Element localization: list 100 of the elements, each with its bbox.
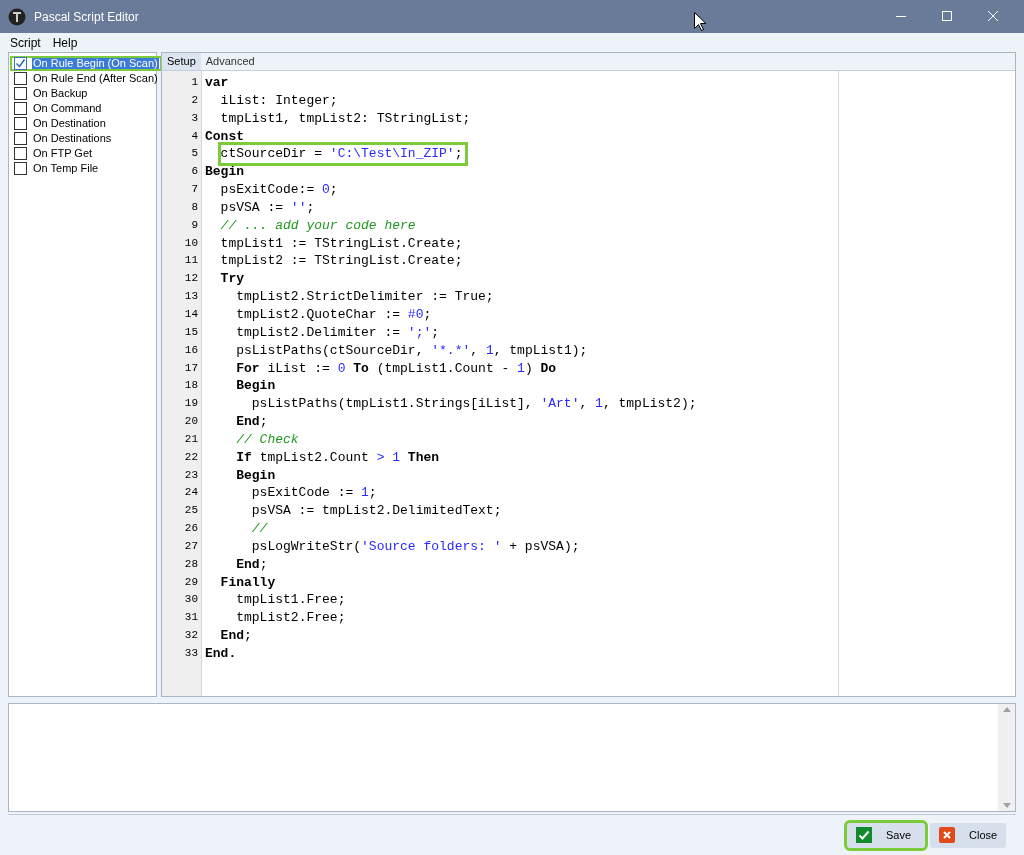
code-line: tmpList2.QuoteChar := #0;: [236, 305, 432, 324]
code-line: psExitCode := 1;: [251, 484, 377, 503]
line-number: 31: [183, 610, 199, 626]
tab[interactable]: Advanced: [200, 53, 260, 70]
line-number: 18: [183, 378, 199, 394]
window-title: Pascal Script Editor: [34, 8, 139, 26]
line-number: 11: [183, 253, 199, 269]
code-line: Begin: [236, 466, 276, 485]
line-number: 16: [183, 342, 199, 358]
code-line: psListPaths(tmpList1.Strings[iList], 'Art', 1, tmpList2);: [251, 395, 697, 414]
event-label: On Rule Begin (On Scan): [32, 58, 159, 69]
code-line: tmpList2.StrictDelimiter := True;: [236, 288, 494, 306]
code-line: Try: [220, 270, 244, 289]
line-number: 2: [190, 92, 199, 108]
line-number: 9: [190, 217, 199, 233]
event-item[interactable]: On Backup: [10, 86, 92, 101]
event-label: On Destination: [32, 118, 107, 129]
checkbox[interactable]: [14, 147, 27, 160]
menu-item[interactable]: Help: [46, 33, 84, 52]
line-number: 8: [190, 199, 199, 215]
checkbox[interactable]: [14, 87, 27, 100]
code-line: psExitCode:= 0;: [220, 181, 338, 199]
event-item[interactable]: On Rule End (After Scan): [10, 71, 162, 86]
line-number: 17: [183, 360, 199, 376]
code-line: // ... add your code here: [220, 216, 416, 235]
event-label: On Destinations: [32, 133, 113, 144]
line-number: 30: [183, 592, 199, 608]
line-number: 26: [183, 521, 199, 537]
event-label: On FTP Get: [32, 148, 94, 159]
menu-item[interactable]: Script: [4, 33, 47, 52]
close-icon: [939, 827, 955, 843]
line-number: 13: [183, 289, 199, 305]
line-number: 20: [183, 414, 199, 430]
line-number: 33: [183, 646, 199, 661]
code-line: tmpList1.Free;: [236, 591, 346, 610]
code-line: ctSourceDir = 'C:\Test\In_ZIP';: [220, 145, 466, 164]
code-line: var: [205, 74, 229, 92]
tab[interactable]: Setup: [162, 53, 201, 70]
code-line: End;: [220, 627, 252, 645]
app-logo-icon: [8, 7, 26, 26]
code-line: psListPaths(ctSourceDir, '*.*', 1, tmpList1);: [236, 341, 588, 360]
event-item[interactable]: On Rule Begin (On Scan): [10, 56, 162, 71]
code-line: End;: [236, 555, 268, 574]
line-number: 23: [183, 467, 199, 483]
checkbox[interactable]: [14, 57, 27, 70]
line-number: 15: [183, 324, 199, 340]
code-line: psVSA := tmpList2.DelimitedText;: [251, 502, 502, 521]
code-line: tmpList2.Free;: [236, 609, 346, 628]
line-number: 3: [190, 110, 199, 126]
event-item[interactable]: On Temp File: [10, 161, 103, 176]
line-number: 1: [190, 75, 199, 90]
line-number: 29: [183, 574, 199, 590]
line-number: 5: [190, 146, 199, 162]
event-label: On Rule End (After Scan): [32, 73, 159, 84]
line-number: 12: [183, 271, 199, 287]
checkbox[interactable]: [14, 102, 27, 115]
line-number: 25: [183, 503, 199, 519]
code-line: // Check: [236, 430, 299, 449]
event-item[interactable]: On Destinations: [10, 131, 116, 146]
line-number: 7: [190, 182, 199, 198]
line-number: 27: [183, 538, 199, 554]
event-label: On Temp File: [32, 163, 100, 174]
line-number: 6: [190, 164, 199, 180]
event-item[interactable]: On Command: [10, 101, 106, 116]
line-number: 4: [190, 128, 199, 144]
code-line: Const: [205, 127, 244, 146]
code-line: tmpList1, tmpList2: TStringList;: [220, 109, 471, 128]
line-number: 21: [183, 431, 199, 447]
event-label: On Command: [32, 103, 103, 114]
line-number: 28: [183, 556, 199, 572]
checkbox[interactable]: [14, 72, 27, 85]
code-line: iList: Integer;: [220, 91, 338, 110]
code-line: Finally: [220, 573, 276, 592]
code-line: Begin: [205, 163, 244, 182]
close-button[interactable]: Close: [930, 822, 1006, 848]
code-line: For iList := 0 To (tmpList1.Count - 1) Do: [236, 359, 557, 378]
line-number: 24: [183, 485, 199, 501]
code-line: Begin: [236, 377, 276, 396]
code-line: End.: [205, 645, 237, 663]
checkbox[interactable]: [14, 132, 27, 145]
line-number: 19: [183, 396, 199, 412]
code-line: psLogWriteStr('Source folders: ' + psVSA);: [251, 537, 580, 556]
event-item[interactable]: On FTP Get: [10, 146, 97, 161]
code-line: tmpList1 := TStringList.Create;: [220, 234, 463, 253]
checkbox[interactable]: [14, 162, 27, 175]
line-number: 10: [183, 235, 199, 251]
event-item[interactable]: On Destination: [10, 116, 110, 131]
check-icon: [15, 58, 26, 69]
code-editor[interactable]: [202, 71, 839, 696]
save-button[interactable]: Save: [847, 822, 925, 848]
code-line: End;: [236, 413, 268, 431]
line-number: 32: [183, 628, 199, 644]
code-line: If tmpList2.Count > 1 Then: [236, 448, 440, 467]
code-line: tmpList2.Delimiter := ';';: [236, 323, 440, 342]
code-line: psVSA := '';: [220, 198, 315, 217]
check-icon: [856, 827, 872, 843]
mouse-cursor-icon: [694, 12, 706, 31]
code-line: //: [251, 520, 268, 538]
checkbox[interactable]: [14, 117, 27, 130]
line-number: 14: [183, 306, 199, 322]
